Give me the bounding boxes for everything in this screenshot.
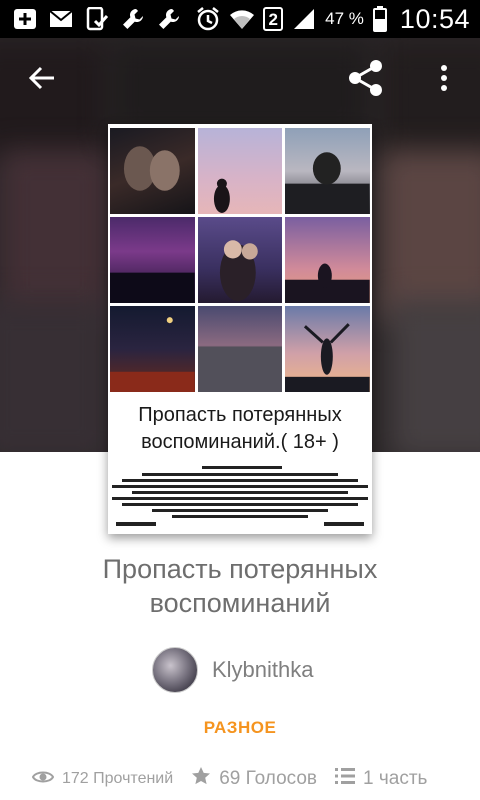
list-icon	[335, 767, 356, 791]
book-cover[interactable]: Пропасть потерянных воспоминаний.( 18+ )	[108, 124, 372, 534]
parts-stat: 1 часть	[335, 767, 427, 791]
reads-stat: 172 Прочтений	[31, 769, 174, 790]
arrow-back-icon	[28, 64, 56, 97]
votes-stat: 69 Голосов	[191, 766, 317, 792]
avatar[interactable]	[152, 647, 198, 693]
cover-photo	[197, 128, 283, 214]
battery-percent: 47 %	[325, 9, 364, 28]
status-bar: 2 47 % 10:54	[0, 0, 480, 38]
cover-photo	[285, 306, 370, 392]
cover-photo	[197, 306, 283, 392]
reads-count: 172 Прочтений	[62, 770, 174, 787]
cover-photo-grid	[110, 128, 370, 392]
battery-icon	[372, 6, 388, 32]
clock: 10:54	[399, 3, 470, 34]
cover-photo	[110, 306, 195, 392]
share-button[interactable]	[342, 56, 390, 104]
cover-photo	[285, 128, 370, 214]
category-label[interactable]: РАЗНОЕ	[0, 718, 480, 738]
votes-count: 69 Голосов	[219, 768, 318, 789]
wrench-icon	[120, 7, 146, 31]
signal-icon	[291, 7, 317, 31]
cover-photo	[197, 217, 283, 303]
cover-title-line2: воспоминаний.( 18+ )	[141, 431, 339, 453]
cover-photo	[110, 217, 195, 303]
story-stats: 172 Прочтений 69 Голосов 1 часть	[31, 766, 472, 792]
author-name[interactable]: Klybnithka	[212, 657, 314, 683]
mail-icon	[48, 7, 74, 31]
back-button[interactable]	[18, 56, 66, 104]
eye-icon	[31, 769, 55, 790]
alarm-icon	[195, 7, 221, 31]
wifi-icon	[229, 7, 255, 31]
cover-photo	[285, 217, 370, 303]
parts-count: 1 часть	[363, 768, 428, 789]
cover-title-line1: Пропасть потерянных	[138, 404, 342, 426]
cover-credits-block	[112, 466, 368, 530]
wrench-icon	[156, 7, 182, 31]
more-vertical-icon	[440, 64, 448, 96]
tablet-check-icon	[84, 7, 110, 31]
cover-photo	[110, 128, 195, 214]
share-icon	[346, 58, 386, 103]
sim-2-icon: 2	[263, 7, 284, 31]
more-options-button[interactable]	[420, 56, 468, 104]
star-icon	[191, 766, 211, 792]
app-toolbar	[0, 38, 480, 122]
author-row[interactable]: Klybnithka	[152, 646, 314, 694]
story-title: Пропасть потерянных воспоминаний	[102, 554, 378, 618]
add-notification-icon	[12, 7, 38, 31]
cover-title: Пропасть потерянных воспоминаний.( 18+ )	[108, 402, 372, 456]
